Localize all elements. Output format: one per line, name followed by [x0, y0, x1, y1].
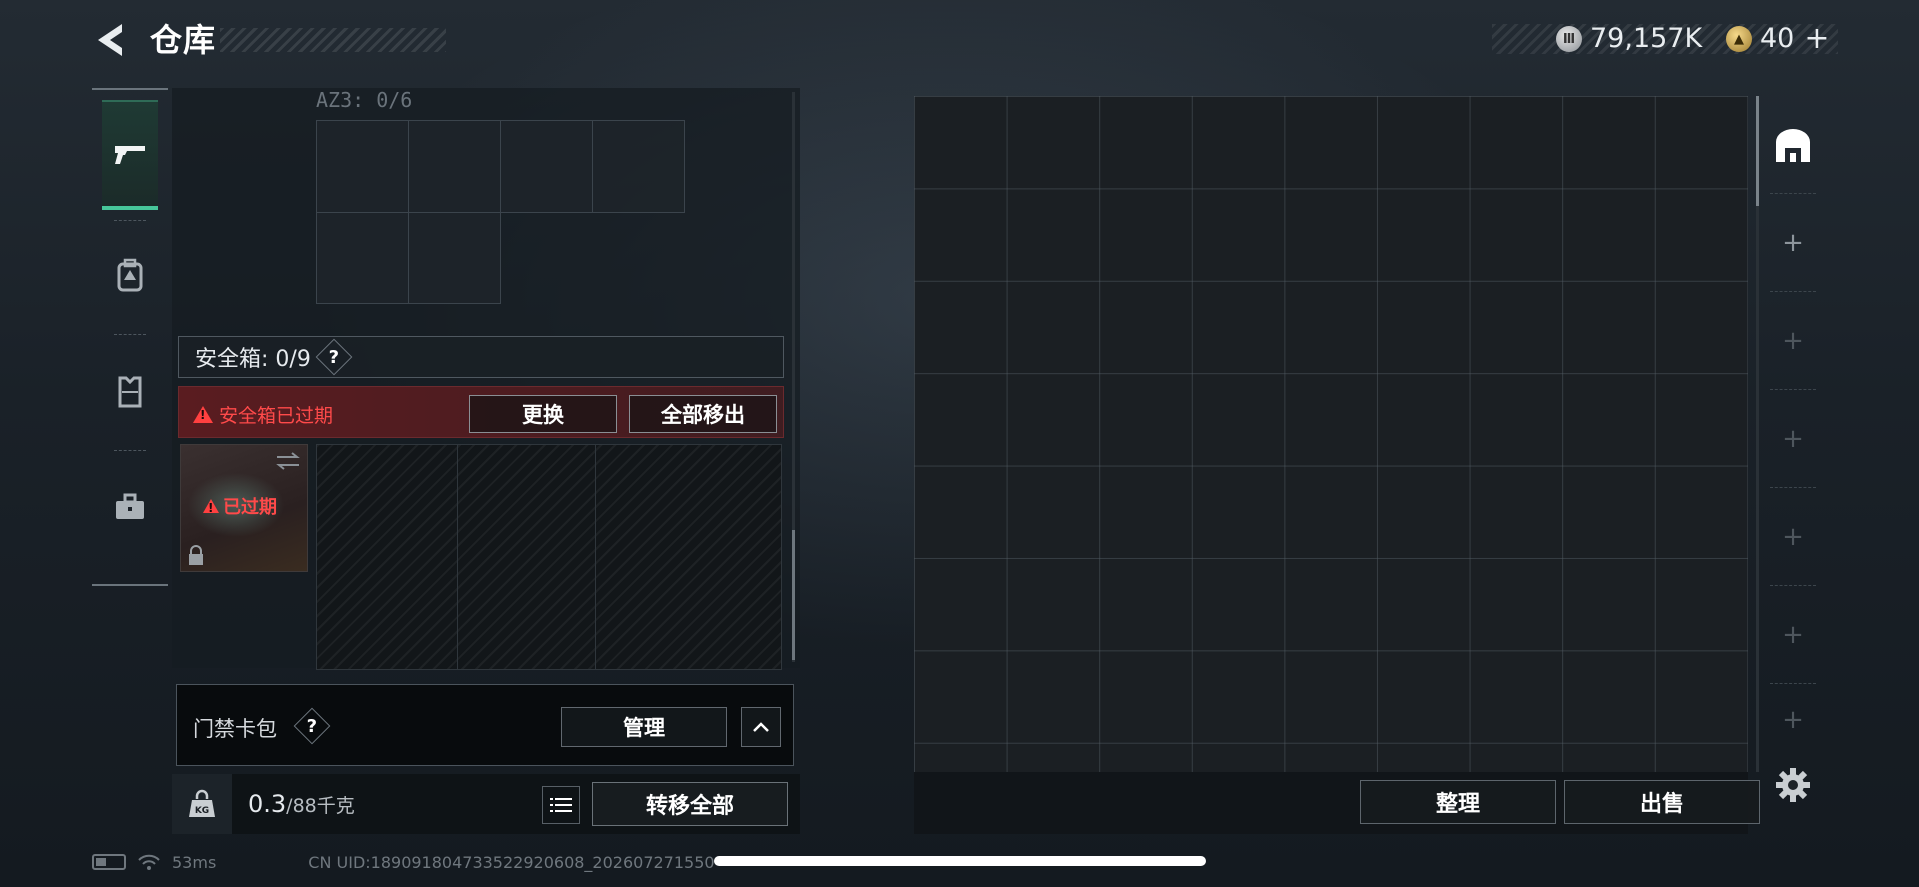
- safe-box-expired-bar: 安全箱已过期 更换 全部移出: [178, 386, 784, 438]
- gold-amount: 40: [1760, 23, 1795, 54]
- rail-tab-weapons[interactable]: [102, 100, 158, 210]
- back-arrow-icon[interactable]: [92, 20, 128, 60]
- uid-text: CN UID:1890918047335229206​08_2026072715…: [308, 852, 715, 872]
- stash-tab-add[interactable]: +: [1770, 194, 1816, 292]
- stash-grid[interactable]: [914, 96, 1748, 772]
- container-slot[interactable]: [316, 212, 409, 304]
- chevron-up-icon: [753, 722, 769, 732]
- weight-bar: KG 0.3/88千克 转移全部: [172, 774, 800, 834]
- swap-icon[interactable]: [275, 451, 301, 471]
- remove-all-button[interactable]: 全部移出: [629, 395, 777, 433]
- manage-button[interactable]: 管理: [561, 707, 727, 747]
- sell-button[interactable]: 出售: [1564, 780, 1760, 824]
- weight-value: 0.3/88千克: [248, 790, 355, 818]
- rail-tab-briefcase[interactable]: [102, 452, 158, 562]
- keycard-help-icon[interactable]: ?: [293, 707, 331, 745]
- add-currency-button[interactable]: +: [1804, 24, 1829, 54]
- vest-icon: [118, 376, 142, 408]
- safe-box-header: 安全箱: 0/9 ?: [178, 336, 784, 378]
- page-title: 仓库: [150, 21, 217, 59]
- warning-icon: [193, 406, 213, 423]
- silver-currency: Ⅲ 79,157K: [1556, 24, 1702, 54]
- home-indicator[interactable]: [714, 856, 1206, 866]
- collapse-button[interactable]: [741, 707, 781, 747]
- silver-coin-icon: Ⅲ: [1556, 26, 1582, 52]
- silver-amount: 79,157K: [1590, 23, 1703, 54]
- warning-icon: [203, 499, 219, 515]
- wifi-icon: [138, 854, 160, 870]
- stash-tab-add[interactable]: +: [1770, 586, 1816, 684]
- container-capacity-label: AZ3: 0/6: [316, 88, 413, 112]
- stash-tab-add[interactable]: +: [1770, 292, 1816, 390]
- transfer-all-button[interactable]: 转移全部: [592, 782, 788, 826]
- ping-value: 53ms: [172, 852, 217, 872]
- expired-warning: 安全箱已过期: [193, 401, 333, 428]
- lock-icon: [189, 545, 203, 565]
- replace-button[interactable]: 更换: [469, 395, 617, 433]
- status-footer: 53ms CN UID:1890918047335229206​08_20260…: [92, 850, 715, 874]
- stash-tab-add[interactable]: +: [1770, 390, 1816, 488]
- container-scroll-thumb[interactable]: [792, 530, 795, 660]
- container-slot[interactable]: [408, 212, 501, 304]
- safe-box-help-icon[interactable]: ?: [315, 338, 353, 376]
- rail-tab-vest[interactable]: [102, 336, 158, 446]
- title-decoration: [220, 28, 446, 52]
- stash-tab-add[interactable]: +: [1770, 684, 1816, 756]
- list-icon: [550, 798, 572, 812]
- stash-scroll-thumb[interactable]: [1756, 96, 1759, 206]
- sort-button[interactable]: 整理: [1360, 780, 1556, 824]
- container-slot[interactable]: [408, 120, 501, 213]
- gold-currency: ▲ 40 +: [1726, 24, 1830, 54]
- stash-tabs: + + + + + +: [1770, 96, 1816, 756]
- svg-text:KG: KG: [195, 806, 209, 816]
- stash-tab-main[interactable]: [1770, 96, 1816, 194]
- keycard-label: 门禁卡包: [193, 717, 277, 741]
- stash-actions: 整理 出售: [914, 772, 1760, 834]
- container-slot[interactable]: [316, 120, 409, 213]
- rail-tab-backpack[interactable]: [102, 220, 158, 330]
- safe-box-grid: [316, 444, 782, 670]
- warehouse-icon: [1776, 128, 1810, 162]
- list-view-button[interactable]: [542, 786, 580, 824]
- safe-box-item[interactable]: 已过期: [180, 444, 308, 572]
- safe-box-label: 安全箱: 0/9: [195, 347, 311, 372]
- gear-icon[interactable]: [1774, 766, 1812, 804]
- briefcase-icon: [116, 493, 144, 519]
- container-slot[interactable]: [500, 120, 593, 213]
- battery-icon: [92, 854, 126, 870]
- stash-tab-add[interactable]: +: [1770, 488, 1816, 586]
- pistol-icon: [115, 146, 145, 164]
- item-expired-label: 已过期: [203, 493, 277, 519]
- backpack-icon: [117, 258, 143, 292]
- gold-coin-icon: ▲: [1726, 26, 1752, 52]
- keycard-case: 门禁卡包 ? 管理: [176, 684, 794, 766]
- equipment-rail: [92, 88, 168, 586]
- weight-icon: KG: [172, 774, 232, 834]
- container-slot[interactable]: [592, 120, 685, 213]
